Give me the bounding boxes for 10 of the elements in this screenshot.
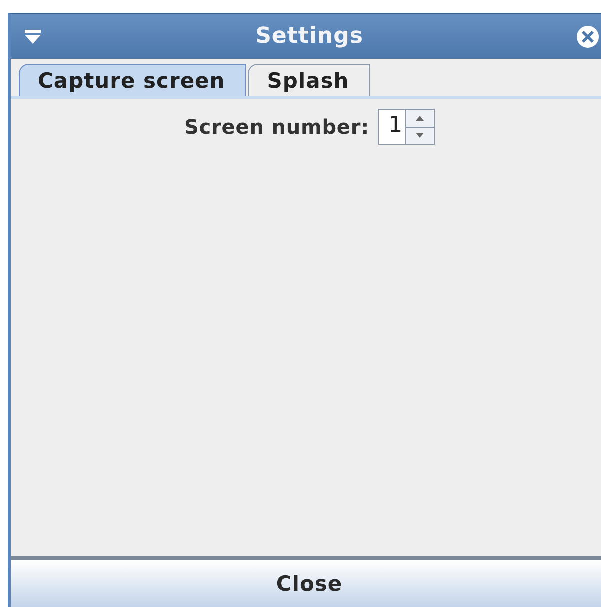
caret-up-icon xyxy=(416,116,424,121)
close-icon[interactable] xyxy=(576,24,600,48)
close-button[interactable]: Close xyxy=(11,560,601,607)
field-label: Screen number: xyxy=(184,114,370,139)
number-spinner[interactable]: 1 xyxy=(378,109,435,145)
tab[interactable]: Capture screen xyxy=(19,64,246,96)
window-title: Settings xyxy=(254,24,364,49)
menu-icon[interactable] xyxy=(23,28,43,46)
caret-down-icon xyxy=(416,133,424,138)
tab[interactable]: Splash xyxy=(248,64,370,96)
